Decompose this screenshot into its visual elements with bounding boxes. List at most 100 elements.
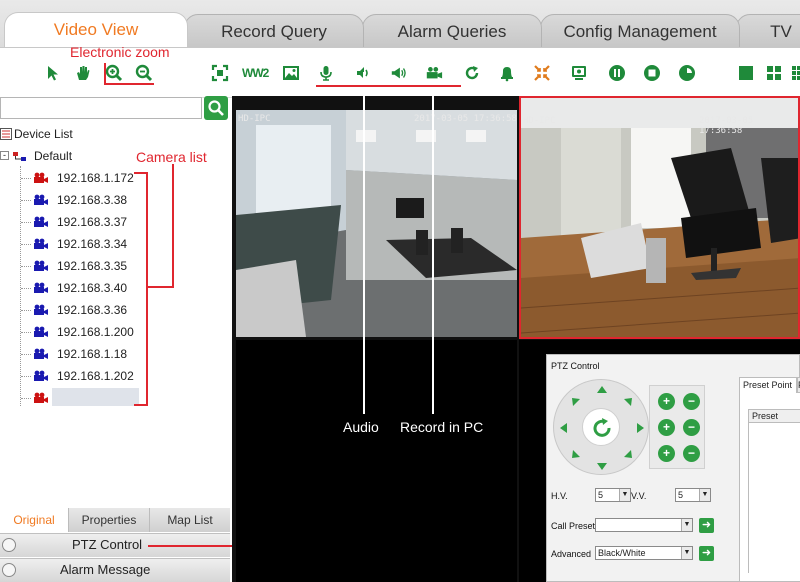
camera-item[interactable]: 192.168.3.40: [0, 278, 140, 298]
tree-connector: [21, 332, 31, 333]
record-pc-icon[interactable]: [424, 64, 444, 82]
preset-column-header: Preset Point: [748, 409, 800, 433]
tab-video-view-label: Video View: [53, 20, 139, 39]
collapse-toggle-icon[interactable]: -: [0, 151, 9, 160]
camera-ip-label: 192.168.1.202: [57, 369, 134, 383]
ww2-icon[interactable]: WW2: [242, 64, 269, 82]
tree-group-default[interactable]: - Default: [0, 146, 120, 166]
tab-tv[interactable]: TV: [736, 14, 800, 47]
vv-speed-select[interactable]: 5 ▼: [675, 488, 711, 502]
microphone-icon[interactable]: [317, 64, 335, 82]
refresh-icon[interactable]: [463, 64, 481, 82]
zoom-out-button[interactable]: −: [683, 393, 700, 410]
video-cell-1-label: HD-IPC: [238, 114, 271, 124]
camera-icon: [34, 216, 48, 227]
camera-item[interactable]: 192.168.1.200: [0, 322, 140, 342]
advanced-go-button[interactable]: ➜: [699, 546, 714, 561]
ptz-direction-pad[interactable]: [553, 379, 649, 475]
tab-config-management[interactable]: Config Management: [540, 14, 740, 47]
camera-item[interactable]: 192.168.1.18: [0, 344, 140, 364]
alarm-bell-icon[interactable]: [498, 64, 516, 82]
clock-icon[interactable]: [678, 64, 696, 82]
left-panel-tabs: Original Properties Map List: [0, 508, 230, 532]
chevron-down-icon: ▼: [619, 489, 630, 501]
search-icon: [208, 100, 224, 116]
annotation-audio: Audio: [343, 419, 379, 435]
broadcast-icon[interactable]: [389, 64, 409, 82]
video-cell-1-timestamp: 2017-03-05 17:36:58: [414, 114, 517, 124]
tree-root-label: Device List: [14, 127, 73, 141]
advanced-label: Advanced: [551, 549, 592, 559]
call-preset-select[interactable]: ▼: [595, 518, 693, 532]
search-button[interactable]: [204, 96, 228, 120]
monitor-icon[interactable]: [570, 64, 588, 82]
tab-alarm-queries[interactable]: Alarm Queries: [362, 14, 542, 47]
ptz-control-accordion-label: PTZ Control: [72, 537, 143, 552]
call-preset-go-button[interactable]: ➜: [699, 518, 714, 533]
vv-speed-value: 5: [678, 490, 684, 500]
direction-arrows-icon: [560, 386, 644, 470]
tree-connector: [21, 266, 31, 267]
tab-video-view[interactable]: Video View: [4, 12, 188, 47]
video-cell-1[interactable]: HD-IPC 2017-03-05 17:36:58: [236, 110, 517, 337]
tree-connector: [21, 244, 31, 245]
tree-connector: [21, 288, 31, 289]
fit-icon[interactable]: [533, 64, 551, 82]
layout-1-icon[interactable]: [737, 64, 755, 82]
vv-label: V.V.: [631, 491, 647, 501]
advanced-select[interactable]: Black/White ▼: [595, 546, 693, 560]
camera-icon: [34, 282, 48, 293]
camera-icon: [34, 260, 48, 271]
camera-item[interactable]: 192.168.3.34: [0, 234, 140, 254]
camera-item[interactable]: 192.168.1.172: [0, 168, 140, 188]
preset-list-panel: Preset Point: [739, 393, 800, 581]
tab-record-query[interactable]: Record Query: [184, 14, 364, 47]
chevron-down-icon: ▼: [681, 519, 692, 531]
annotation-audio-record-bracket: [316, 85, 461, 87]
layout-9-icon[interactable]: [790, 64, 800, 82]
annotation-audio-line: [363, 72, 365, 414]
camera-item[interactable]: 192.168.3.35: [0, 256, 140, 276]
hand-icon[interactable]: [74, 64, 92, 82]
alarm-message-accordion[interactable]: Alarm Message: [0, 558, 230, 582]
camera-icon: [34, 326, 48, 337]
video-cell-2-timestamp: 2017-03-05 17:36:58: [699, 116, 754, 136]
annotation-electronic-zoom: Electronic zoom: [70, 44, 170, 60]
focus-near-button[interactable]: +: [658, 419, 675, 436]
tab-original[interactable]: Original: [0, 508, 68, 532]
stop-icon[interactable]: [643, 64, 661, 82]
camera-item[interactable]: 192.168.3.37: [0, 212, 140, 232]
expand-icon: [2, 563, 16, 577]
camera-item[interactable]: 192.168.3.36: [0, 300, 140, 320]
preset-point-tab-label: Preset Point: [743, 380, 793, 390]
iris-close-button[interactable]: −: [683, 445, 700, 462]
tab-config-management-label: Config Management: [563, 22, 717, 41]
tab-properties[interactable]: Properties: [68, 508, 149, 532]
annotation-camera-bracket-top: [134, 172, 148, 174]
snapshot-icon[interactable]: [282, 64, 300, 82]
hv-speed-select[interactable]: 5 ▼: [595, 488, 631, 502]
pause-icon[interactable]: [608, 64, 626, 82]
camera-item[interactable]: 192.168.3.38: [0, 190, 140, 210]
zoom-out-icon[interactable]: [135, 64, 153, 82]
camera-item[interactable]: 192.168.1.202: [0, 366, 140, 386]
fullscreen-icon[interactable]: [211, 64, 229, 82]
video-cell-3[interactable]: [236, 340, 517, 582]
hv-speed-value: 5: [598, 490, 604, 500]
device-search-input[interactable]: [0, 97, 202, 119]
tab-map-list[interactable]: Map List: [149, 508, 230, 532]
preset-point-tab[interactable]: Preset Point: [739, 377, 797, 393]
preset-list[interactable]: [748, 423, 800, 573]
iris-open-button[interactable]: +: [658, 445, 675, 462]
tree-connector: [21, 354, 31, 355]
chevron-down-icon: ▼: [681, 547, 692, 559]
camera-icon: [34, 194, 48, 205]
zoom-in-button[interactable]: +: [658, 393, 675, 410]
pointer-icon[interactable]: [44, 64, 62, 82]
layout-4-icon[interactable]: [765, 64, 783, 82]
camera-ip-label: 192.168.1.172: [57, 171, 134, 185]
focus-far-button[interactable]: −: [683, 419, 700, 436]
annotation-camera-bracket-bottom: [134, 404, 148, 406]
zoom-in-icon[interactable]: [105, 64, 123, 82]
video-cell-2[interactable]: HD-IPC 2017-03-05 17:36:58: [519, 96, 800, 339]
